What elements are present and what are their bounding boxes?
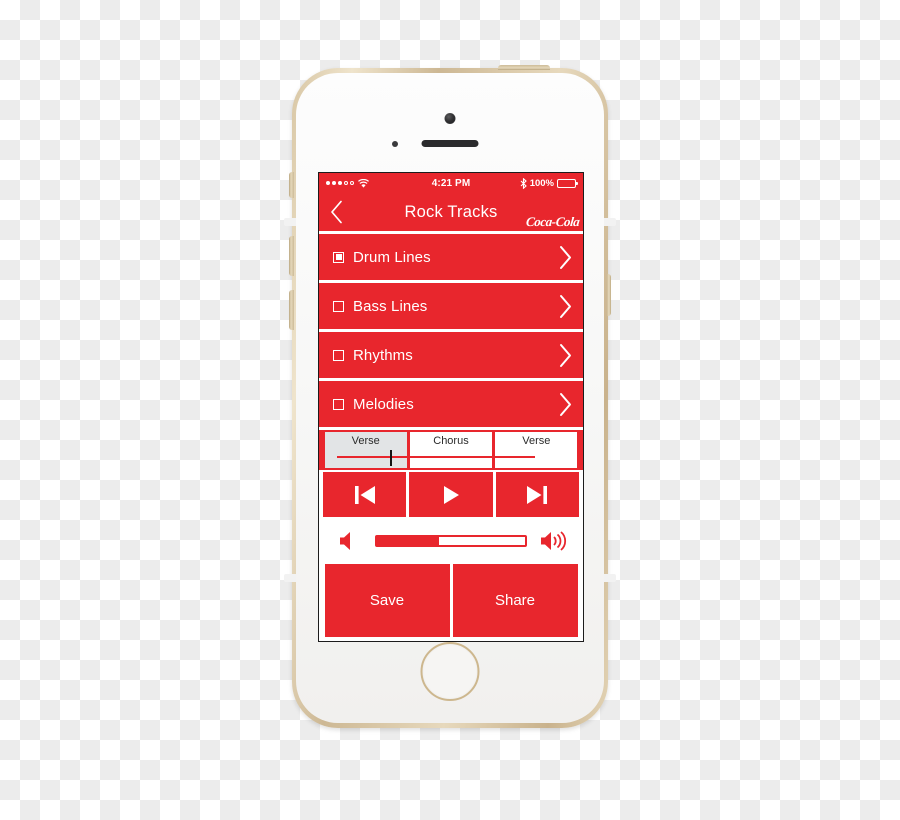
volume-low-icon	[340, 531, 350, 550]
save-button[interactable]: Save	[324, 564, 450, 637]
checkbox-drum-lines[interactable]	[333, 251, 344, 263]
segment-label: Chorus	[433, 435, 469, 447]
proximity-sensor-icon	[392, 141, 398, 147]
list-item-label: Bass Lines	[353, 297, 428, 315]
play-icon	[443, 485, 459, 504]
signal-dot-1	[326, 181, 330, 185]
volume-down-button[interactable]	[289, 290, 294, 330]
chevron-right-icon	[560, 343, 571, 367]
track-list: Drum Lines Bass Lines Rhythms Melodies	[319, 234, 583, 430]
chevron-right-icon	[560, 294, 571, 318]
checkbox-rhythms[interactable]	[333, 349, 344, 361]
next-track-button[interactable]	[495, 472, 579, 517]
signal-dot-4	[344, 181, 348, 185]
canvas: 4:21 PM 100% Rock Tracks Coca-Cola Drum …	[0, 0, 900, 820]
signal-dot-5	[350, 181, 354, 185]
mute-switch[interactable]	[289, 172, 294, 198]
song-structure-timeline[interactable]: Verse Chorus Verse	[319, 430, 583, 472]
chevron-right-icon	[560, 392, 571, 416]
front-camera-icon	[444, 113, 456, 124]
signal-strength-icon	[326, 181, 354, 185]
coca-cola-logo-text: Coca-Cola	[524, 213, 580, 229]
signal-dot-3	[338, 181, 342, 185]
volume-slider-fill	[377, 536, 440, 545]
volume-up-button[interactable]	[289, 236, 294, 276]
skip-forward-icon	[527, 485, 548, 504]
volume-down-icon-button[interactable]	[323, 530, 371, 552]
list-item-label: Rhythms	[353, 346, 413, 364]
coca-cola-logo: Coca-Cola	[524, 192, 580, 233]
play-button[interactable]	[409, 472, 493, 517]
power-button[interactable]	[498, 65, 550, 70]
list-item[interactable]: Drum Lines	[319, 234, 583, 283]
list-item[interactable]: Rhythms	[319, 332, 583, 381]
share-button[interactable]: Share	[452, 564, 578, 637]
sim-tray	[607, 274, 611, 316]
battery-icon	[557, 178, 578, 188]
segment-label: Verse	[351, 435, 380, 447]
back-button[interactable]	[319, 193, 353, 231]
signal-dot-2	[332, 181, 336, 185]
volume-high-icon	[541, 530, 567, 551]
checkbox-bass-lines[interactable]	[333, 300, 344, 312]
segment-verse-2[interactable]: Verse	[495, 432, 578, 468]
phone-screen: 4:21 PM 100% Rock Tracks Coca-Cola Drum …	[318, 172, 584, 642]
timeline-playhead[interactable]	[390, 450, 393, 466]
segment-verse-1[interactable]: Verse	[324, 432, 407, 468]
home-button[interactable]	[420, 642, 480, 701]
status-bar-left	[326, 178, 369, 188]
segment-chorus[interactable]: Chorus	[409, 432, 493, 468]
segment-label: Verse	[522, 435, 551, 447]
volume-slider[interactable]	[375, 534, 527, 547]
status-bar: 4:21 PM 100%	[319, 173, 583, 193]
previous-track-button[interactable]	[323, 472, 407, 517]
wifi-icon	[358, 178, 369, 188]
checkbox-melodies[interactable]	[333, 398, 344, 410]
nav-bar: Rock Tracks Coca-Cola	[319, 193, 583, 234]
volume-up-icon-button[interactable]	[531, 530, 579, 552]
chevron-left-icon	[330, 200, 342, 224]
skip-back-icon	[354, 485, 375, 504]
transport-controls	[319, 472, 583, 519]
list-item-label: Drum Lines	[353, 248, 431, 266]
battery-percent-label: 100%	[529, 177, 554, 189]
list-item[interactable]: Melodies	[319, 381, 583, 430]
volume-control	[319, 519, 583, 564]
bluetooth-icon	[520, 177, 527, 189]
action-buttons: Save Share	[319, 564, 583, 641]
list-item-label: Melodies	[353, 395, 414, 413]
earpiece-speaker	[421, 140, 479, 147]
list-item[interactable]: Bass Lines	[319, 283, 583, 332]
status-bar-right: 100%	[520, 177, 578, 189]
chevron-right-icon	[560, 245, 571, 269]
